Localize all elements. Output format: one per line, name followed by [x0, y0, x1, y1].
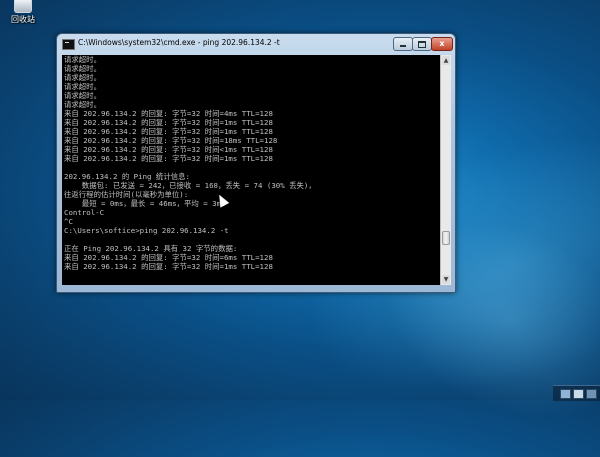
console-output[interactable]: 请求超时。 请求超时。 请求超时。 请求超时。 请求超时。 请求超时。 来自 2… [62, 55, 440, 285]
cmd-app-icon[interactable] [62, 39, 75, 50]
console-line: 来自 202.96.134.2 的回复: 字节=32 时间=18ms TTL=1… [64, 136, 278, 145]
console-line: 最短 = 0ms，最长 = 46ms，平均 = 3ms [64, 199, 226, 208]
console-line: 来自 202.96.134.2 的回复: 字节=32 时间=1ms TTL=12… [64, 262, 273, 271]
scroll-down-arrow-icon[interactable]: ▼ [442, 275, 450, 284]
console-line: 来自 202.96.134.2 的回复: 字节=32 时间=1ms TTL=12… [64, 118, 273, 127]
minimize-button[interactable] [393, 37, 413, 51]
console-line: 来自 202.96.134.2 的回复: 字节=32 时间=1ms TTL=12… [64, 154, 273, 163]
console-line: 请求超时。 [64, 55, 101, 64]
scrollbar-thumb[interactable] [442, 231, 450, 245]
recycle-bin-icon [14, 0, 32, 13]
console-line: 请求超时。 [64, 64, 101, 73]
taskbar-tray [553, 385, 600, 401]
console-line: 数据包: 已发送 = 242，已接收 = 168，丢失 = 74 (30% 丢失… [64, 181, 316, 190]
console-line: 来自 202.96.134.2 的回复: 字节=32 时间<1ms TTL=12… [64, 145, 273, 154]
window-title: C:\Windows\system32\cmd.exe - ping 202.9… [78, 38, 280, 47]
recycle-bin-label: 回收站 [11, 15, 35, 24]
console-line: 请求超时。 [64, 73, 101, 82]
console-line: 请求超时。 [64, 82, 101, 91]
console-line: ^C [64, 217, 73, 226]
console-line: 请求超时。 [64, 100, 101, 109]
scroll-up-arrow-icon[interactable]: ▲ [442, 56, 450, 65]
window-titlebar[interactable]: C:\Windows\system32\cmd.exe - ping 202.9… [57, 34, 455, 54]
tray-app-icon[interactable] [573, 389, 584, 399]
console-line: Control-C [64, 208, 105, 217]
tray-app-icon[interactable] [586, 389, 597, 399]
console-line: 正在 Ping 202.96.134.2 具有 32 字节的数据: [64, 244, 238, 253]
maximize-button[interactable] [412, 37, 432, 51]
vertical-scrollbar[interactable]: ▲ ▼ [440, 55, 451, 285]
console-line: C:\Users\softice>ping 202.96.134.2 -t [64, 226, 229, 235]
console-line: 202.96.134.2 的 Ping 统计信息: [64, 172, 190, 181]
cmd-window[interactable]: C:\Windows\system32\cmd.exe - ping 202.9… [56, 33, 456, 293]
console-line: 来自 202.96.134.2 的回复: 字节=32 时间=4ms TTL=12… [64, 109, 273, 118]
console-line: 来自 202.96.134.2 的回复: 字节=32 时间=1ms TTL=12… [64, 127, 273, 136]
console-line: 往返行程的估计时间(以毫秒为单位): [64, 190, 189, 199]
recycle-bin-desktop-icon[interactable]: 回收站 [2, 0, 44, 26]
console-line: 来自 202.96.134.2 的回复: 字节=32 时间=6ms TTL=12… [64, 253, 273, 262]
console-line: 请求超时。 [64, 91, 101, 100]
close-button[interactable]: x [431, 37, 453, 51]
tray-app-icon[interactable] [560, 389, 571, 399]
